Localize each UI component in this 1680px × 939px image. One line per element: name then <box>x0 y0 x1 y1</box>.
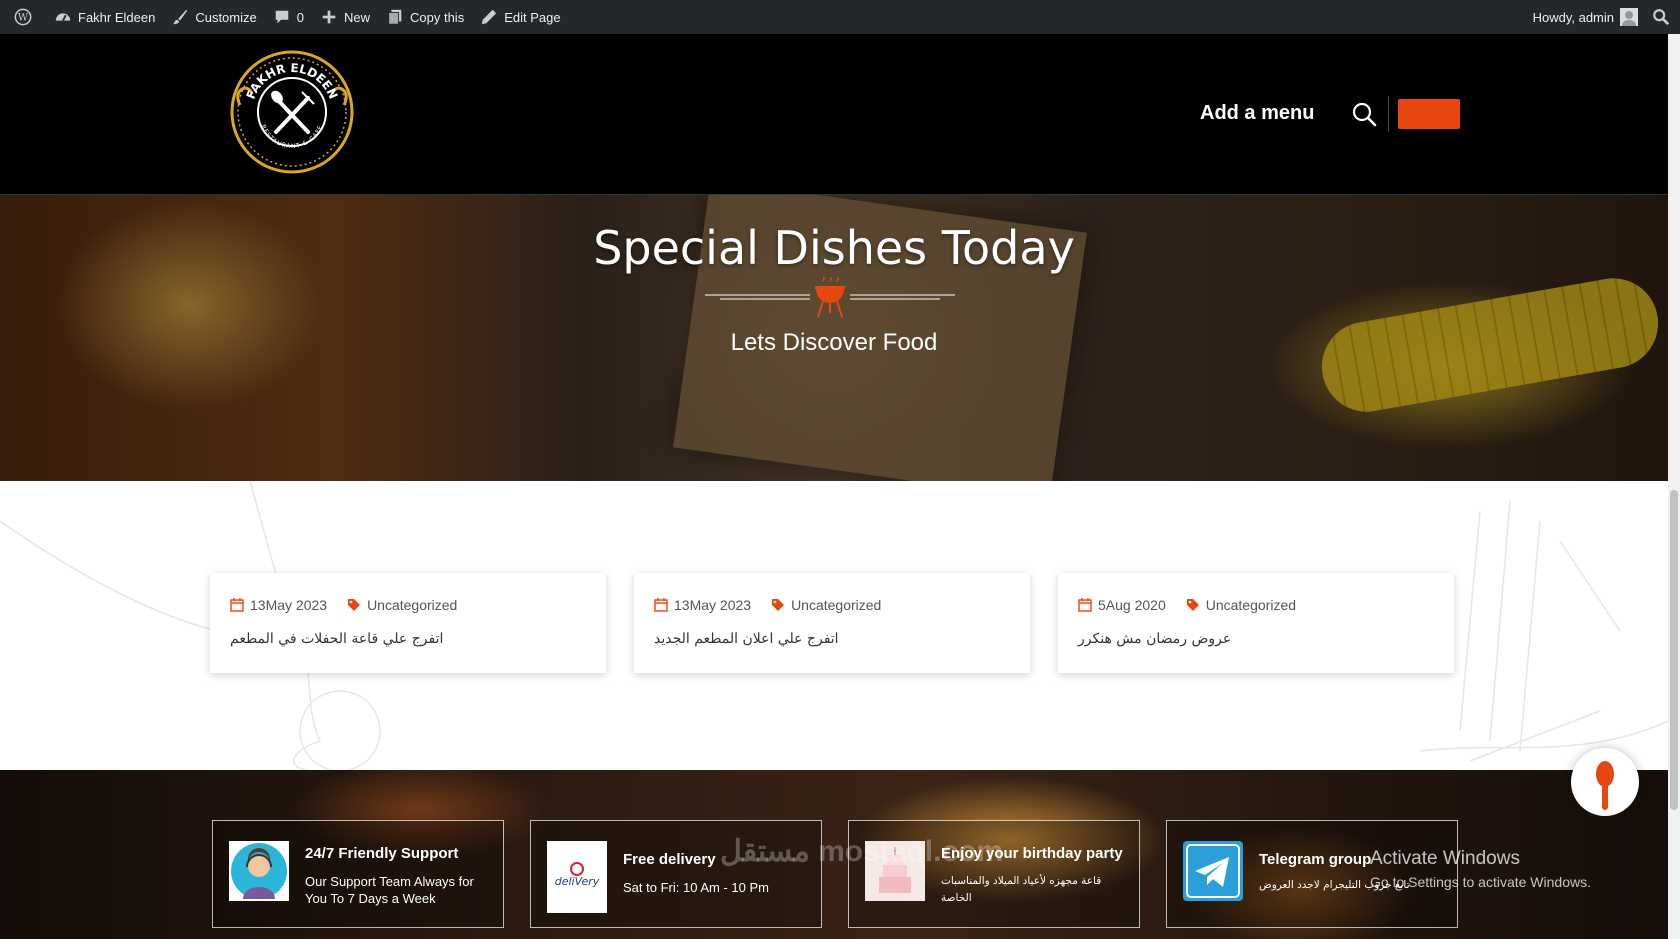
wordpress-logo-button[interactable]: W <box>6 0 46 34</box>
post-title: عروض رمضان مش هنكرر <box>1078 631 1232 647</box>
customize-label: Customize <box>195 9 257 25</box>
hero-banner: Special Dishes Today Lets Discover Food <box>0 195 1668 481</box>
avatar[interactable] <box>1620 8 1638 26</box>
edit-label: Edit Page <box>504 9 561 25</box>
post-date: 5Aug 2020 <box>1098 597 1166 613</box>
post-date: 13May 2023 <box>674 597 752 613</box>
new-label: New <box>343 9 370 25</box>
feature-title: Telegram group <box>1259 851 1372 868</box>
scrollbar-thumb[interactable] <box>1670 490 1678 810</box>
copy-this-link[interactable]: Copy this <box>378 0 472 34</box>
site-header: FAKHR ELDEEN RESTAURANT & CAFE Add a men… <box>0 34 1668 195</box>
spoon-icon <box>1596 761 1614 810</box>
post-category-link[interactable]: Uncategorized <box>367 597 457 613</box>
post-meta: 13May 2023 Uncategorized <box>230 597 457 613</box>
comment-icon <box>275 10 289 24</box>
calendar-icon <box>230 598 244 612</box>
plus-icon <box>322 10 336 24</box>
howdy-account-link[interactable]: Howdy, admin <box>1533 10 1614 25</box>
search-icon[interactable] <box>1652 8 1670 26</box>
feature-text: Sat to Fri: 10 Am - 10 Pm <box>623 880 769 895</box>
brush-icon <box>173 9 188 25</box>
telegram-icon <box>1183 841 1243 901</box>
copy-icon <box>388 9 402 25</box>
feature-title: Free delivery <box>623 851 716 868</box>
post-category-link[interactable]: Uncategorized <box>791 597 881 613</box>
header-divider <box>1388 96 1389 132</box>
posts-section: 13May 2023 Uncategorized اتفرج علي قاعة … <box>0 481 1668 771</box>
site-name-link[interactable]: Fakhr Eldeen <box>46 0 163 34</box>
hero-subtitle: Lets Discover Food <box>730 329 938 356</box>
edit-page-link[interactable]: Edit Page <box>472 0 568 34</box>
tag-icon <box>772 599 785 611</box>
add-a-menu-link[interactable]: Add a menu <box>1200 102 1314 125</box>
post-meta: 5Aug 2020 Uncategorized <box>1078 597 1296 613</box>
new-content-link[interactable]: New <box>312 0 378 34</box>
copy-label: Copy this <box>410 9 465 25</box>
calendar-icon <box>654 598 668 612</box>
post-card[interactable]: 13May 2023 Uncategorized اتفرج علي اعلان… <box>634 573 1030 673</box>
post-meta: 13May 2023 Uncategorized <box>654 597 881 613</box>
post-card[interactable]: 5Aug 2020 Uncategorized عروض رمضان مش هن… <box>1058 573 1454 673</box>
post-card[interactable]: 13May 2023 Uncategorized اتفرج علي قاعة … <box>210 573 606 673</box>
feature-text: قاعة مجهزه لأعياد الميلاد والمناسبات الخ… <box>941 875 1102 904</box>
tag-icon <box>348 599 361 611</box>
post-category-link[interactable]: Uncategorized <box>1206 597 1296 613</box>
pencil-icon <box>482 9 497 25</box>
support-agent-icon <box>229 841 289 901</box>
page-scrollbar[interactable] <box>1668 34 1680 939</box>
feature-title: 24/7 Friendly Support <box>305 845 459 862</box>
post-title-link[interactable]: اتفرج علي اعلان المطعم الجديد <box>654 631 1014 647</box>
site-name: Fakhr Eldeen <box>78 9 156 25</box>
dashboard-icon <box>55 13 71 22</box>
post-title: اتفرج علي قاعة الحفلات في المطعم <box>230 631 444 647</box>
grill-divider-icon <box>705 277 955 318</box>
admin-bar-left: W Fakhr Eldeen Customize 0 New Copy this… <box>6 0 569 34</box>
site-logo[interactable]: FAKHR ELDEEN RESTAURANT & CAFE <box>230 50 354 174</box>
header-cta-button[interactable] <box>1398 99 1460 129</box>
admin-bar-right: Howdy, admin <box>1533 0 1670 34</box>
header-search-icon[interactable] <box>1350 100 1378 128</box>
windows-activation-notice: Activate Windows Go to Settings to activ… <box>1370 848 1591 890</box>
post-title-link[interactable]: اتفرج علي قاعة الحفلات في المطعم <box>230 631 590 647</box>
svg-text:deliVery: deliVery <box>555 875 600 888</box>
delivery-logo: deliVery <box>547 841 607 913</box>
comments-link[interactable]: 0 <box>265 0 312 34</box>
hero-title: Special Dishes Today <box>593 221 1075 275</box>
svg-text:W: W <box>18 13 29 24</box>
comments-count: 0 <box>296 9 304 25</box>
wp-admin-bar: W Fakhr Eldeen Customize 0 New Copy this… <box>0 0 1680 34</box>
activation-text: Go to Settings to activate Windows. <box>1370 874 1591 890</box>
wordpress-icon: W <box>14 8 32 26</box>
feature-text: Our Support Team Always for You To 7 Day… <box>305 874 474 906</box>
customize-link[interactable]: Customize <box>163 0 264 34</box>
activation-title: Activate Windows <box>1370 848 1520 869</box>
post-date: 13May 2023 <box>250 597 328 613</box>
scroll-to-top-button[interactable] <box>1571 748 1639 816</box>
tag-icon <box>1186 599 1199 611</box>
post-title-link[interactable]: عروض رمضان مش هنكرر <box>1078 631 1438 647</box>
post-title: اتفرج علي اعلان المطعم الجديد <box>654 631 839 647</box>
feature-box-support: 24/7 Friendly Support Our Support Team A… <box>212 820 504 928</box>
mostaql-watermark: مستقل mostaql.com <box>720 835 1004 868</box>
calendar-icon <box>1078 598 1092 612</box>
